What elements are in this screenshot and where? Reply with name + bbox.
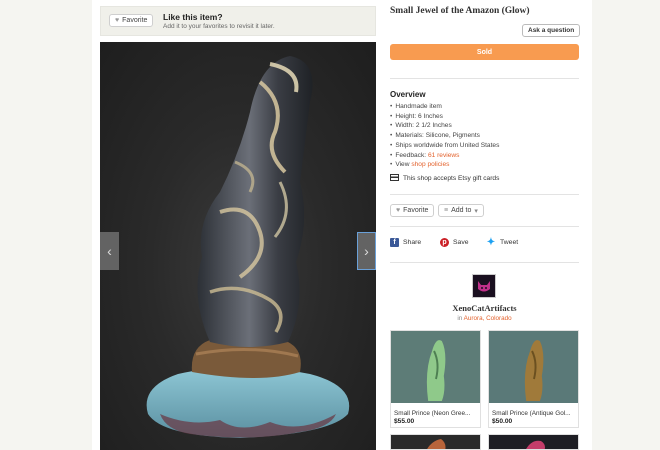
listing-price: $50.00 [492, 418, 513, 425]
gift-card-icon [390, 174, 399, 183]
divider [390, 194, 579, 195]
gift-card-notice: This shop accepts Etsy gift cards [390, 174, 499, 183]
overview-item: Materials: Silicone, Pigments [390, 131, 499, 141]
shop-name[interactable]: XenoCatArtifacts [390, 303, 579, 313]
ask-question-button[interactable]: Ask a question [522, 24, 581, 37]
chevron-right-icon: › [364, 243, 369, 259]
favorite-button-top[interactable]: ♥ Favorite [109, 14, 154, 27]
divider [390, 78, 579, 79]
shop-location-link[interactable]: Aurora, Colorado [464, 315, 512, 322]
next-image-button[interactable]: › [357, 232, 376, 270]
sold-status-button[interactable]: Sold [390, 44, 579, 60]
pinterest-save-button[interactable]: p Save [440, 238, 469, 247]
favorite-prompt-subtitle: Add it to your favorites to revisit it l… [163, 23, 275, 30]
pinterest-icon: p [440, 238, 449, 247]
twitter-tweet-button[interactable]: ✦ Tweet [486, 237, 519, 248]
overview-item: Handmade item [390, 102, 499, 112]
listing-name: Small Prince (Neon Gree... [394, 410, 471, 417]
add-to-list-button[interactable]: ≡ Add to ▾ [438, 204, 484, 217]
overview-item: Height: 6 Inches [390, 112, 499, 122]
listing-thumbnail [489, 331, 578, 403]
favorite-button[interactable]: ♥ Favorite [390, 204, 435, 217]
previous-image-button[interactable]: ‹ [100, 232, 119, 270]
twitter-icon: ✦ [486, 237, 496, 248]
overview-heading: Overview [390, 90, 426, 99]
twitter-tweet-label: Tweet [500, 239, 519, 246]
shop-policies-link[interactable]: shop policies [411, 161, 449, 168]
listing-card[interactable]: Small Prince (Neon Gree... $55.00 [390, 330, 481, 428]
feedback-label: Feedback: [395, 151, 428, 159]
list-icon: ≡ [444, 207, 449, 214]
overview-item-policies: View shop policies [390, 160, 499, 170]
heart-icon: ♥ [396, 207, 401, 214]
gift-card-text: This shop accepts Etsy gift cards [403, 175, 500, 182]
add-to-label: Add to [451, 207, 472, 214]
facebook-share-label: Share [403, 239, 422, 246]
reviews-link[interactable]: 61 reviews [428, 152, 460, 159]
facebook-icon: f [390, 238, 399, 247]
listing-card[interactable] [390, 434, 481, 450]
facebook-share-button[interactable]: f Share [390, 238, 421, 247]
overview-item-feedback: Feedback: 61 reviews [390, 151, 499, 161]
favorite-button-label: Favorite [122, 17, 148, 24]
listing-card[interactable]: Small Prince (Antique Gol... $50.00 [488, 330, 579, 428]
listing-thumbnail [391, 331, 480, 403]
divider [390, 262, 579, 263]
overview-item: Ships worldwide from United States [390, 141, 499, 151]
listing-thumbnail [489, 435, 578, 449]
cat-logo-icon [478, 281, 490, 292]
product-image [146, 56, 350, 438]
favorite-prompt-bar: ♥ Favorite Like this item? Add it to you… [100, 6, 376, 36]
shop-avatar[interactable] [472, 274, 496, 298]
shop-location: in Aurora, Colorado [390, 315, 579, 322]
product-title: Small Jewel of the Amazon (Glow) [390, 6, 530, 16]
chevron-down-icon: ▾ [474, 207, 478, 215]
listing-name: Small Prince (Antique Gol... [492, 410, 571, 417]
product-photo[interactable]: ‹ › [100, 42, 376, 450]
listing-thumbnail [391, 435, 480, 449]
favorite-label: Favorite [403, 207, 429, 214]
favorite-prompt-title: Like this item? [163, 12, 223, 22]
chevron-left-icon: ‹ [107, 243, 112, 259]
overview-list: Handmade item Height: 6 Inches Width: 2 … [390, 102, 499, 170]
divider [390, 226, 579, 227]
listing-card[interactable] [488, 434, 579, 450]
heart-icon: ♥ [115, 17, 120, 24]
view-label: View [395, 161, 412, 169]
listing-price: $55.00 [394, 418, 415, 425]
pinterest-save-label: Save [453, 239, 469, 246]
overview-item: Width: 2 1/2 Inches [390, 121, 499, 131]
